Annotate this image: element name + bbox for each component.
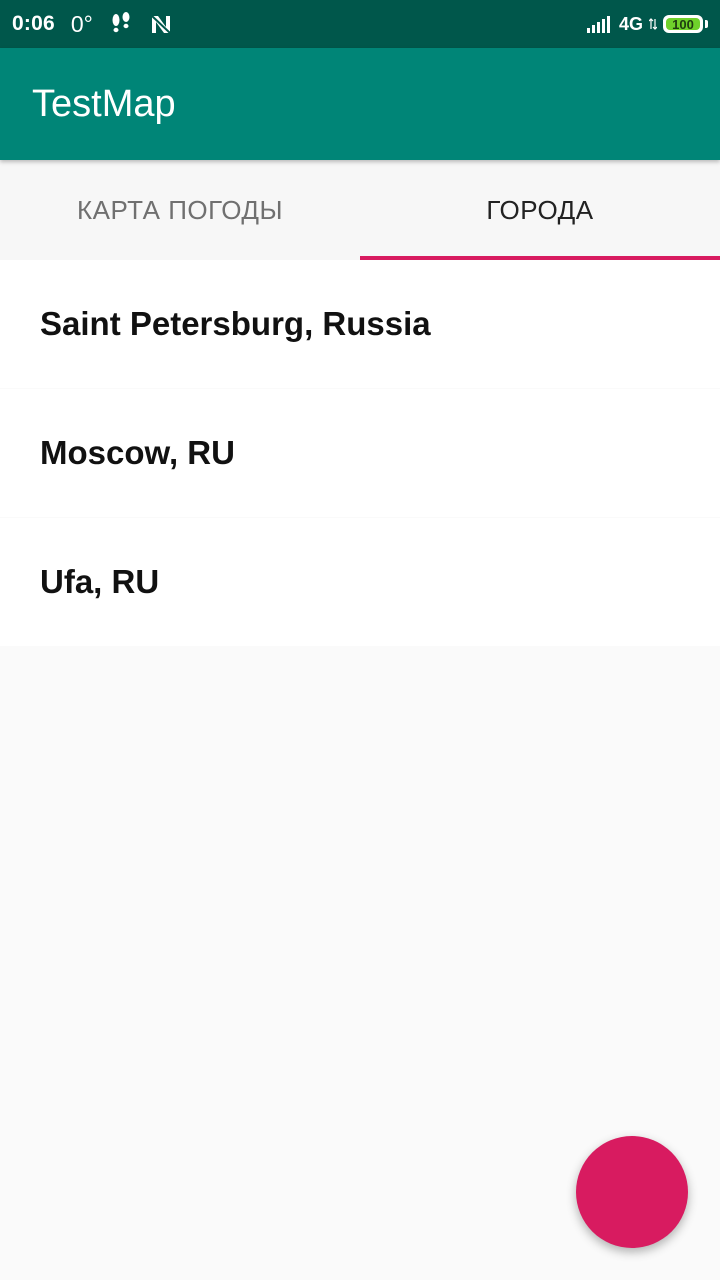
- tab-weather-map-label: КАРТА ПОГОДЫ: [76, 194, 284, 225]
- n-logo-icon: [149, 0, 173, 48]
- city-name: Moscow, RU: [40, 434, 235, 471]
- status-bar: 0:06 0° 4G 100: [0, 0, 720, 48]
- status-time: 0:06: [12, 12, 55, 35]
- status-left-group: 0:06 0°: [12, 0, 173, 48]
- city-name: Ufa, RU: [40, 563, 160, 600]
- network-activity-icon: [649, 0, 657, 48]
- tab-bar: КАРТА ПОГОДЫ ГОРОДА: [0, 160, 720, 260]
- status-right-group: 4G 100: [586, 0, 708, 48]
- city-list: Saint Petersburg, Russia Moscow, RU Ufa,…: [0, 260, 720, 646]
- signal-icon: [586, 0, 613, 48]
- battery-icon: 100: [663, 15, 703, 33]
- tab-weather-map[interactable]: КАРТА ПОГОДЫ: [0, 160, 360, 260]
- battery-level: 100: [672, 16, 694, 32]
- list-item[interactable]: Ufa, RU: [0, 518, 720, 646]
- footprints-icon: [109, 0, 133, 48]
- battery-cap: [705, 20, 708, 28]
- network-type: 4G: [618, 13, 643, 34]
- status-temperature: 0°: [70, 10, 93, 37]
- tab-cities[interactable]: ГОРОДА: [360, 160, 720, 260]
- city-name: Saint Petersburg, Russia: [40, 305, 431, 342]
- list-item[interactable]: Saint Petersburg, Russia: [0, 260, 720, 388]
- app-bar: TestMap: [0, 48, 720, 160]
- list-item[interactable]: Moscow, RU: [0, 389, 720, 517]
- floating-action-button[interactable]: [576, 1136, 688, 1248]
- tab-cities-label: ГОРОДА: [486, 194, 594, 225]
- app-title: TestMap: [32, 82, 176, 125]
